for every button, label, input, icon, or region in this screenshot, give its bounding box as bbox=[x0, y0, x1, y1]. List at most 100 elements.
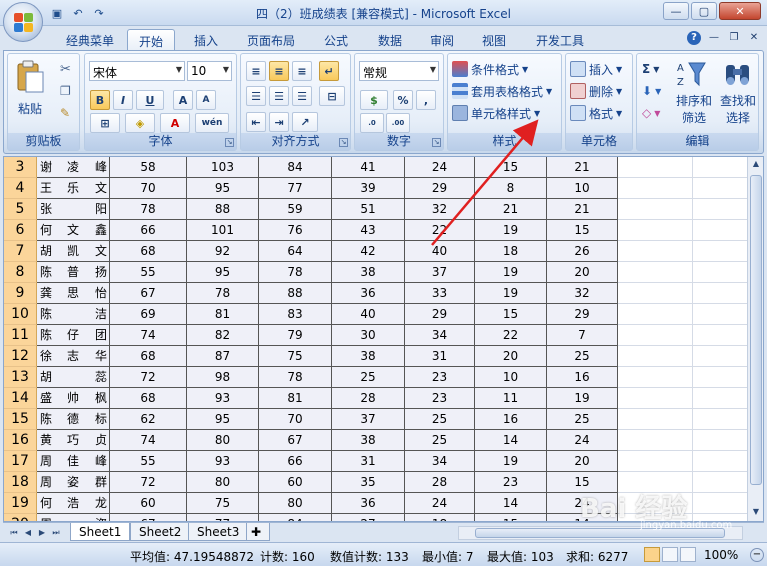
merge-center-icon[interactable]: ⊟ bbox=[319, 86, 345, 106]
score-cell[interactable]: 29 bbox=[405, 178, 475, 199]
minimize-button[interactable]: — bbox=[663, 2, 689, 20]
score-cell[interactable]: 25 bbox=[405, 409, 475, 430]
score-cell[interactable]: 36 bbox=[332, 283, 405, 304]
empty-cell[interactable] bbox=[693, 241, 749, 262]
score-cell[interactable]: 23 bbox=[405, 367, 475, 388]
row-header[interactable]: 16 bbox=[4, 430, 37, 451]
bold-button[interactable]: B bbox=[90, 90, 110, 110]
score-cell[interactable]: 80 bbox=[259, 493, 332, 514]
score-cell[interactable]: 25 bbox=[405, 430, 475, 451]
name-cell[interactable]: 龚思 怡 bbox=[37, 283, 110, 304]
score-cell[interactable]: 35 bbox=[332, 472, 405, 493]
name-cell[interactable]: 黄巧 贞 bbox=[37, 430, 110, 451]
score-cell[interactable]: 16 bbox=[475, 409, 547, 430]
score-cell[interactable]: 30 bbox=[332, 325, 405, 346]
empty-cell[interactable] bbox=[693, 346, 749, 367]
name-cell[interactable]: 谢凌 峰 bbox=[37, 157, 110, 178]
score-cell[interactable]: 77 bbox=[187, 514, 259, 521]
font-dialog-launcher-icon[interactable]: ↘ bbox=[225, 138, 234, 147]
name-cell[interactable]: 陈德 标 bbox=[37, 409, 110, 430]
score-cell[interactable]: 88 bbox=[187, 199, 259, 220]
empty-cell[interactable] bbox=[693, 262, 749, 283]
score-cell[interactable]: 77 bbox=[259, 178, 332, 199]
score-cell[interactable]: 21 bbox=[475, 199, 547, 220]
empty-cell[interactable] bbox=[618, 304, 693, 325]
next-sheet-icon[interactable]: ▶ bbox=[35, 526, 49, 540]
page-layout-view-icon[interactable] bbox=[662, 547, 678, 562]
phonetic-button[interactable]: wén bbox=[195, 113, 229, 133]
score-cell[interactable]: 72 bbox=[110, 367, 187, 388]
name-cell[interactable]: 陈普 扬 bbox=[37, 262, 110, 283]
score-cell[interactable]: 68 bbox=[110, 241, 187, 262]
empty-cell[interactable] bbox=[618, 199, 693, 220]
score-cell[interactable]: 93 bbox=[187, 451, 259, 472]
score-cell[interactable]: 10 bbox=[547, 178, 618, 199]
row-header[interactable]: 17 bbox=[4, 451, 37, 472]
font-name-combo[interactable]: 宋体 ▼ bbox=[89, 61, 185, 81]
name-cell[interactable]: 张阳 bbox=[37, 199, 110, 220]
name-cell[interactable]: 盛帅 枫 bbox=[37, 388, 110, 409]
underline-button[interactable]: U bbox=[136, 90, 164, 110]
score-cell[interactable]: 76 bbox=[259, 220, 332, 241]
row-header[interactable]: 20 bbox=[4, 514, 37, 521]
score-cell[interactable]: 92 bbox=[187, 241, 259, 262]
grow-font-button[interactable]: A bbox=[173, 90, 193, 110]
score-cell[interactable]: 60 bbox=[259, 472, 332, 493]
score-cell[interactable]: 74 bbox=[110, 430, 187, 451]
name-cell[interactable]: 周佳 峰 bbox=[37, 451, 110, 472]
name-cell[interactable]: 何浩 龙 bbox=[37, 493, 110, 514]
row-header[interactable]: 6 bbox=[4, 220, 37, 241]
ribbon-restore-icon[interactable]: ❐ bbox=[727, 31, 741, 45]
score-cell[interactable]: 25 bbox=[547, 409, 618, 430]
empty-cell[interactable] bbox=[693, 388, 749, 409]
score-cell[interactable]: 88 bbox=[259, 283, 332, 304]
sort-filter-icon[interactable]: AZ bbox=[677, 59, 707, 89]
score-cell[interactable]: 16 bbox=[547, 367, 618, 388]
score-cell[interactable]: 34 bbox=[405, 325, 475, 346]
score-cell[interactable]: 28 bbox=[405, 472, 475, 493]
score-cell[interactable]: 23 bbox=[475, 472, 547, 493]
tab-formulas[interactable]: 公式 bbox=[312, 29, 360, 50]
score-cell[interactable]: 14 bbox=[475, 430, 547, 451]
score-cell[interactable]: 87 bbox=[187, 346, 259, 367]
fill-button[interactable]: ⬇ ▼ bbox=[642, 81, 661, 101]
score-cell[interactable]: 79 bbox=[259, 325, 332, 346]
score-cell[interactable]: 21 bbox=[547, 199, 618, 220]
vertical-scrollbar[interactable]: ▲ ▼ bbox=[747, 157, 763, 521]
empty-cell[interactable] bbox=[693, 178, 749, 199]
row-header[interactable]: 9 bbox=[4, 283, 37, 304]
score-cell[interactable]: 40 bbox=[405, 241, 475, 262]
score-cell[interactable]: 68 bbox=[110, 388, 187, 409]
empty-cell[interactable] bbox=[693, 304, 749, 325]
maximize-button[interactable]: ▢ bbox=[691, 2, 717, 20]
score-cell[interactable]: 43 bbox=[332, 220, 405, 241]
increase-indent-icon[interactable]: ⇥ bbox=[269, 112, 289, 132]
score-cell[interactable]: 40 bbox=[332, 304, 405, 325]
score-cell[interactable]: 27 bbox=[332, 514, 405, 521]
align-right-icon[interactable]: ☰ bbox=[292, 86, 312, 106]
score-cell[interactable]: 29 bbox=[547, 304, 618, 325]
empty-cell[interactable] bbox=[618, 430, 693, 451]
score-cell[interactable]: 83 bbox=[259, 304, 332, 325]
format-cells-button[interactable]: 格式 ▼ bbox=[570, 103, 622, 123]
row-header[interactable]: 13 bbox=[4, 367, 37, 388]
name-cell[interactable]: 周姿 bbox=[37, 514, 110, 521]
score-cell[interactable]: 55 bbox=[110, 451, 187, 472]
row-header[interactable]: 4 bbox=[4, 178, 37, 199]
score-cell[interactable]: 72 bbox=[110, 472, 187, 493]
format-as-table-button[interactable]: 套用表格格式 ▼ bbox=[452, 81, 552, 101]
name-cell[interactable]: 胡凯 文 bbox=[37, 241, 110, 262]
align-top-icon[interactable]: ≡ bbox=[246, 61, 266, 81]
empty-cell[interactable] bbox=[618, 451, 693, 472]
score-cell[interactable]: 80 bbox=[187, 430, 259, 451]
empty-cell[interactable] bbox=[618, 346, 693, 367]
row-header[interactable]: 14 bbox=[4, 388, 37, 409]
empty-cell[interactable] bbox=[693, 472, 749, 493]
score-cell[interactable]: 81 bbox=[187, 304, 259, 325]
delete-cells-button[interactable]: 删除 ▼ bbox=[570, 81, 622, 101]
binoculars-icon[interactable] bbox=[723, 59, 753, 89]
empty-cell[interactable] bbox=[693, 367, 749, 388]
score-cell[interactable]: 10 bbox=[475, 367, 547, 388]
italic-button[interactable]: I bbox=[113, 90, 133, 110]
score-cell[interactable]: 25 bbox=[332, 367, 405, 388]
